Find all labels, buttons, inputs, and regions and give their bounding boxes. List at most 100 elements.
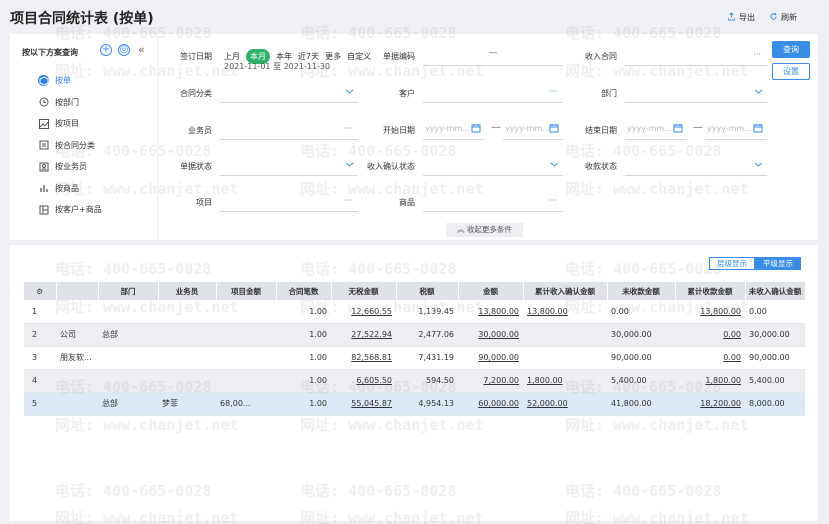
collapse-panel-icon[interactable]: « [138, 43, 145, 56]
refresh-button[interactable]: 刷新 [769, 12, 797, 23]
table-cell-amount[interactable]: 30,000.00 [458, 323, 523, 347]
salesperson-field[interactable]: 业务员 ··· [188, 120, 358, 140]
ellipsis-icon[interactable]: ··· [549, 87, 557, 96]
add-scheme-icon[interactable]: + [100, 44, 112, 56]
table-row[interactable]: 4 1.00 6,605.50 594.50 7,200.00 1,800.00 5,400… [24, 369, 805, 393]
scheme-item[interactable]: 按单 [38, 70, 102, 92]
export-button[interactable]: 导出 [727, 12, 755, 23]
scheme-item[interactable]: 按合同分类 [38, 135, 102, 157]
table-cell-amount[interactable]: 60,000.00 [458, 392, 523, 416]
table-cell-confirmed[interactable]: 52,000.00 [523, 392, 607, 416]
bill-status-select[interactable]: 单据状态 [180, 156, 358, 176]
end-date-from-input[interactable]: yyyy-mm... [625, 120, 687, 140]
table-row[interactable]: 5 总部 梦菲 68,00... 1.00 55,045.87 4,954.13 60,000… [24, 392, 805, 416]
scheme-item[interactable]: 按部门 [38, 92, 102, 114]
start-date-to-input[interactable]: yyyy-mm... [503, 120, 563, 140]
table-cell-confirmed[interactable] [523, 323, 607, 347]
column-header[interactable]: 累计收款金额 [675, 282, 746, 300]
table-cell-idx: 4 [24, 369, 56, 393]
scheme-item[interactable]: 按业务员 [38, 156, 102, 178]
table-cell-notax[interactable]: 82,568.81 [331, 346, 396, 370]
income-confirm-status-select[interactable]: 收入确认状态 [367, 156, 563, 176]
flat-view-button[interactable]: 平级显示 [755, 257, 801, 270]
query-button[interactable]: 查询 [772, 41, 810, 58]
department-select[interactable]: 部门 [601, 83, 767, 103]
column-header[interactable]: 税额 [396, 282, 459, 300]
column-header[interactable]: 项目金额 [216, 282, 277, 300]
collapse-more-label: 收起更多条件 [466, 225, 512, 234]
column-header[interactable]: 业务员 [158, 282, 217, 300]
table-cell-confirmed[interactable] [523, 346, 607, 370]
table-header: ⚙ 部门 业务员 项目金额 合同笔数 无税金额 税额 金额 累计收入确认金额 未收款金额 累计收款… [24, 282, 806, 300]
ellipsis-icon[interactable]: ··· [344, 196, 352, 205]
start-date-range: 开始日期 yyyy-mm... — yyyy-mm... [383, 120, 563, 140]
table-cell-notax[interactable]: 6,605.50 [331, 369, 396, 393]
table-cell-notax[interactable]: 55,045.87 [331, 392, 396, 416]
table-row[interactable]: 2 公司 总部 1.00 27,522.94 2,477.06 30,000.00 30,00… [24, 323, 805, 347]
table-cell-received[interactable]: 18,200.00 [675, 392, 745, 416]
table-cell-unpaid: 5,400.00 [607, 369, 675, 393]
department-label: 部门 [601, 89, 617, 98]
table-cell-unconfirmed: 30,000.00 [745, 323, 805, 347]
start-date-label: 开始日期 [383, 126, 415, 135]
goods-field[interactable]: 商品 ··· [399, 192, 563, 212]
table-cell-unconfirmed: 0.00 [745, 300, 805, 324]
table-cell-received[interactable]: 0.00 [675, 323, 745, 347]
scheme-item-label: 按商品 [55, 183, 79, 193]
chevron-down-icon [345, 162, 354, 167]
column-header[interactable]: 无税金额 [331, 282, 397, 300]
column-header[interactable]: 累计收入确认金额 [523, 282, 608, 300]
collapse-more-conditions-button[interactable]: ︽ 收起更多条件 [446, 223, 523, 237]
filter-fields: 签订日期 上月 本月 本年 近7天 更多 自定义 2021-11-01 至 2021-11… [158, 34, 767, 240]
start-date-from-input[interactable]: yyyy-mm... [423, 120, 485, 140]
scheme-item[interactable]: 按项目 [38, 113, 102, 135]
hierarchy-view-button[interactable]: 层级显示 [709, 257, 755, 270]
table-cell-amount[interactable]: 7,200.00 [458, 369, 523, 393]
ellipsis-icon[interactable]: ··· [344, 124, 352, 133]
project-label: 项目 [196, 198, 212, 207]
ellipsis-icon[interactable]: ··· [549, 196, 557, 205]
table-cell-count: 1.00 [276, 392, 331, 416]
scheme-item[interactable]: 按商品 [38, 178, 102, 200]
table-cell-notax[interactable]: 27,522.94 [331, 323, 396, 347]
column-header[interactable]: 未收入确认金额 [745, 282, 806, 300]
table-cell-name: 公司 [56, 323, 98, 347]
table-cell-count: 1.00 [276, 346, 331, 370]
range-dash: — [693, 122, 703, 133]
bill-code-separator: — [488, 48, 498, 58]
table-cell-notax[interactable]: 12,660.55 [331, 300, 396, 324]
export-label: 导出 [739, 13, 755, 22]
table-cell-proj-amt [216, 300, 276, 324]
calendar-icon [673, 124, 683, 133]
table-row[interactable]: 3 朋友软... 1.00 82,568.81 7,431.19 90,000.00 90,… [24, 346, 805, 370]
contract-category-select[interactable]: 合同分类 [180, 83, 358, 103]
refresh-icon [769, 12, 778, 23]
column-settings-icon[interactable]: ⚙ [24, 282, 57, 300]
column-header[interactable]: 合同笔数 [276, 282, 332, 300]
ellipsis-icon[interactable]: ··· [753, 50, 761, 59]
scheme-item[interactable]: 按客户+商品 [38, 199, 102, 221]
table-cell-confirmed[interactable]: 1,800.00 [523, 369, 607, 393]
project-field[interactable]: 项目 ··· [196, 192, 358, 212]
scheme-settings-icon[interactable]: ◎ [118, 44, 130, 56]
date-quick-option[interactable]: 自定义 [347, 51, 371, 62]
table-cell-dept: 总部 [98, 323, 158, 347]
table-cell-amount[interactable]: 90,000.00 [458, 346, 523, 370]
table-cell-received[interactable]: 1,800.00 [675, 369, 745, 393]
table-row[interactable]: 1 1.00 12,660.55 1,139.45 13,800.00 13,800.00… [24, 300, 805, 324]
end-date-to-input[interactable]: yyyy-mm... [705, 120, 767, 140]
settings-button[interactable]: 设置 [772, 63, 810, 80]
collection-status-select[interactable]: 收款状态 [585, 156, 767, 176]
customer-field[interactable]: 客户 ··· [399, 83, 563, 103]
customer-label: 客户 [399, 89, 415, 98]
bill-code-field[interactable]: 单据编码 — [383, 46, 563, 66]
table-cell-received[interactable]: 0.00 [675, 346, 745, 370]
column-header[interactable]: 金额 [458, 282, 524, 300]
table-cell-amount[interactable]: 13,800.00 [458, 300, 523, 324]
income-confirm-status-label: 收入确认状态 [367, 162, 415, 171]
column-header[interactable]: 未收款金额 [607, 282, 676, 300]
income-contract-field[interactable]: 收入合同 ··· [585, 46, 767, 66]
column-header[interactable]: 部门 [98, 282, 159, 300]
table-cell-received[interactable]: 13,800.00 [675, 300, 745, 324]
table-cell-confirmed[interactable]: 13,800.00 [523, 300, 607, 324]
